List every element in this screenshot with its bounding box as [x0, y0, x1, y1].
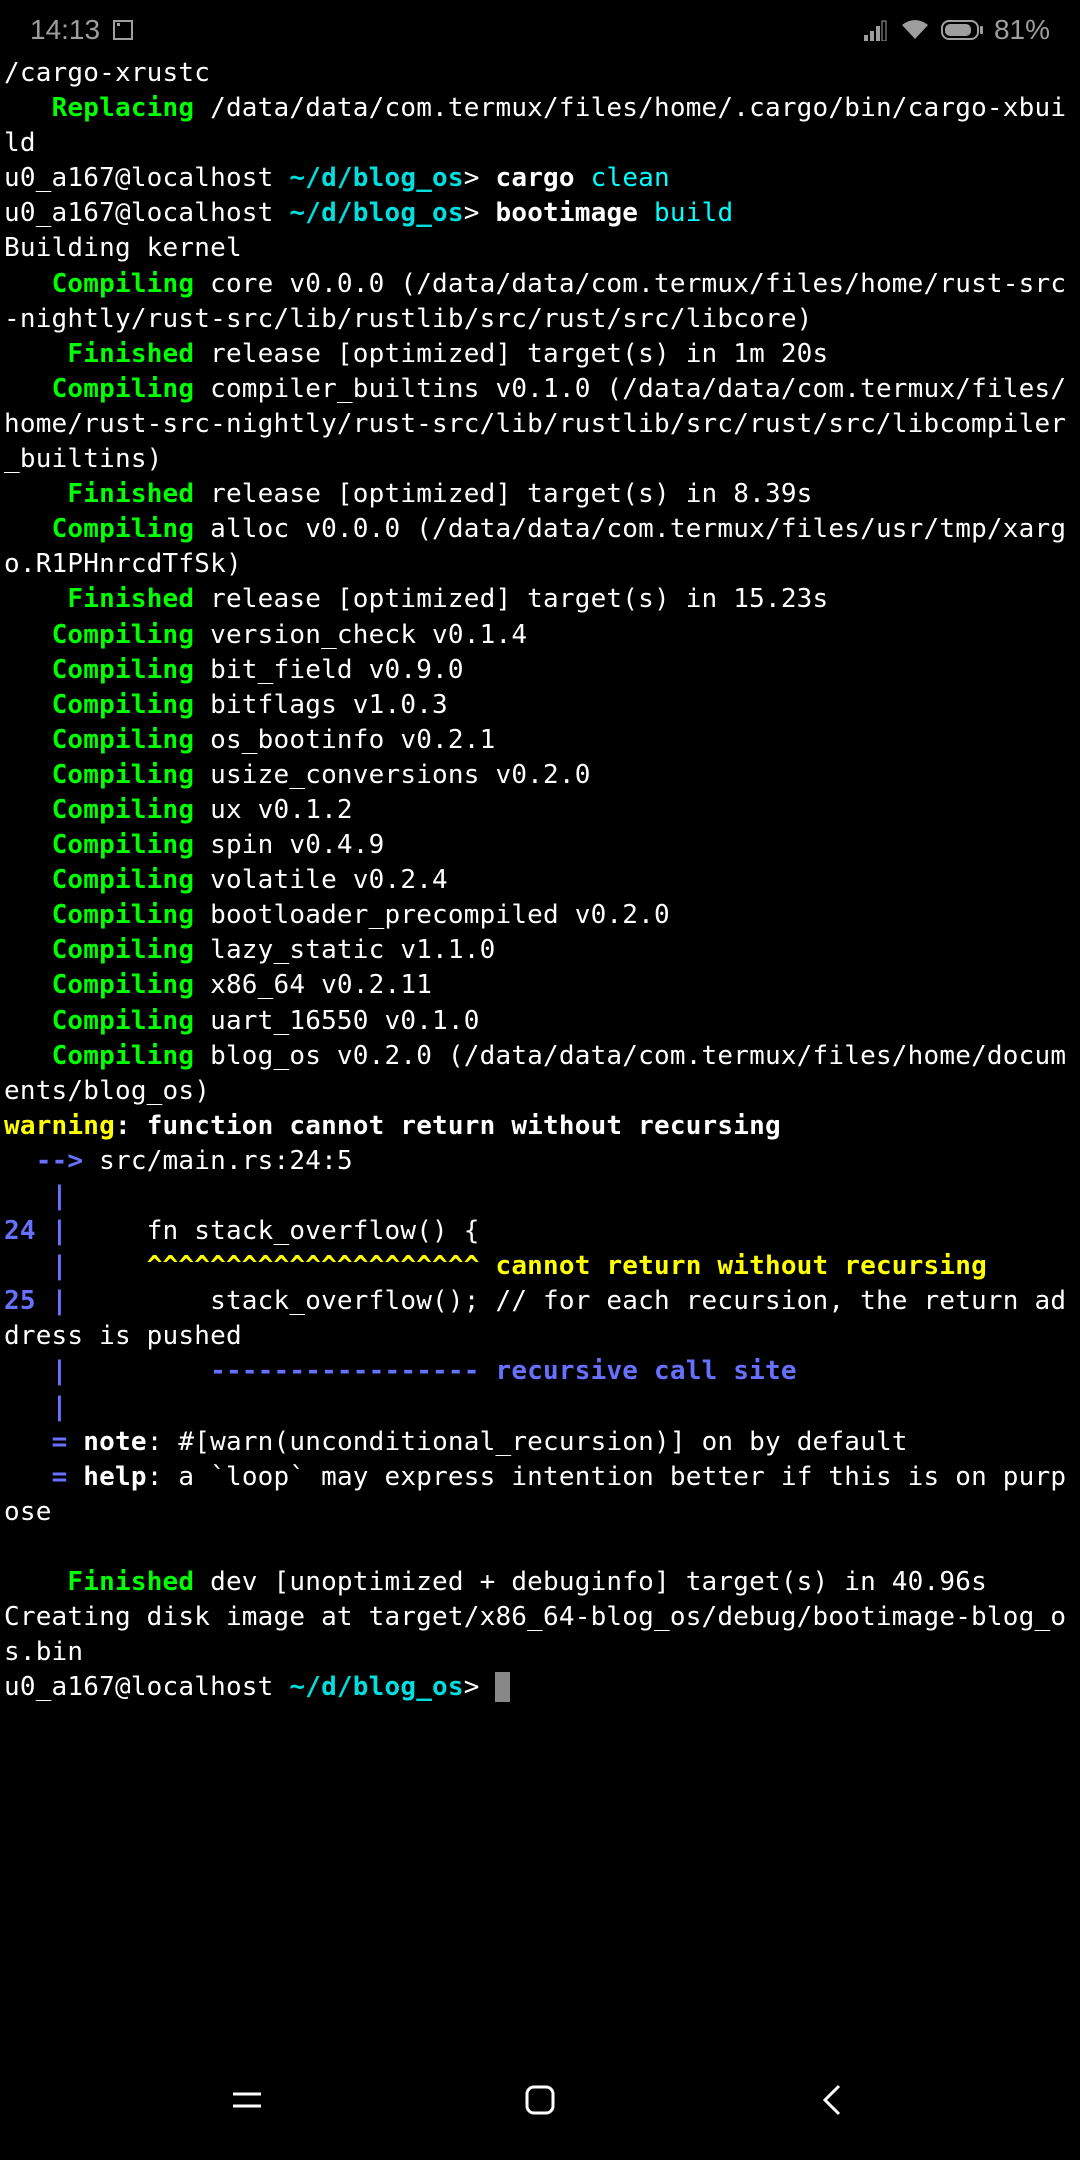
battery-icon [940, 19, 984, 41]
carets: ^^^^^^^^^^^^^^^^^^^^^ [147, 1251, 496, 1281]
compiling-label: Compiling [4, 1041, 194, 1071]
compiling-label: Compiling [4, 970, 194, 1000]
cmd-arg: clean [591, 163, 670, 193]
prompt-user: u0_a167@localhost [4, 163, 289, 193]
compiling-label: Compiling [4, 374, 194, 404]
text: volatile v0.2.4 [194, 865, 448, 895]
compiling-label: Compiling [4, 760, 194, 790]
text: spin v0.4.9 [194, 830, 384, 860]
line-num: 24 [4, 1216, 52, 1246]
text: release [optimized] target(s) in 15.23s [194, 584, 828, 614]
prompt-user: u0_a167@localhost [4, 1672, 289, 1702]
prompt-sep: > [464, 163, 496, 193]
compiling-label: Compiling [4, 830, 194, 860]
text: bit_field v0.9.0 [194, 655, 464, 685]
text: bitflags v1.0.3 [194, 690, 448, 720]
warning-keyword: warning [4, 1111, 115, 1141]
text: uart_16550 v0.1.0 [194, 1006, 479, 1036]
warn-arrow: --> [4, 1146, 99, 1176]
line-num: 25 [4, 1286, 52, 1316]
text: Creating disk image at target/x86_64-blo… [4, 1602, 1066, 1667]
cmd-arg: build [654, 198, 733, 228]
recent-apps-button[interactable] [227, 2080, 267, 2120]
gutter: | [4, 1356, 210, 1386]
compiling-label: Compiling [4, 935, 194, 965]
text: lazy_static v1.1.0 [194, 935, 495, 965]
prompt-path: ~/d/blog_os [289, 163, 463, 193]
code: fn stack_overflow() { [67, 1216, 479, 1246]
text: Building kernel [4, 233, 242, 263]
cmd: cargo [495, 163, 590, 193]
compiling-label: Compiling [4, 795, 194, 825]
warn-loc: src/main.rs:24:5 [99, 1146, 353, 1176]
text: /cargo-xrustc [4, 58, 210, 88]
eq-gutter: = [4, 1427, 83, 1457]
cell-signal-icon [864, 19, 890, 41]
finished-label: Finished [4, 339, 194, 369]
help-kw: help [83, 1462, 146, 1492]
compiling-label: Compiling [4, 865, 194, 895]
text: dev [unoptimized + debuginfo] target(s) … [194, 1567, 987, 1597]
cmd: bootimage [495, 198, 654, 228]
note-kw: note [83, 1427, 146, 1457]
text: usize_conversions v0.2.0 [194, 760, 590, 790]
dashes: ----------------- [210, 1356, 495, 1386]
text: bootloader_precompiled v0.2.0 [194, 900, 670, 930]
replacing-label: Replacing [4, 93, 194, 123]
wifi-icon [900, 19, 930, 41]
status-bar: 14:13 81% [0, 0, 1080, 56]
prompt-user: u0_a167@localhost [4, 198, 289, 228]
home-button[interactable] [520, 2080, 560, 2120]
back-button[interactable] [813, 2080, 853, 2120]
finished-label: Finished [4, 1567, 194, 1597]
text: ux v0.1.2 [194, 795, 353, 825]
compiling-label: Compiling [4, 514, 194, 544]
note-msg: : #[warn(unconditional_recursion)] on by… [147, 1427, 908, 1457]
prompt-sep: > [464, 198, 496, 228]
finished-label: Finished [4, 584, 194, 614]
text: release [optimized] target(s) in 1m 20s [194, 339, 828, 369]
nav-bar [0, 2040, 1080, 2160]
finished-label: Finished [4, 479, 194, 509]
caret-msg: cannot return without recursing [495, 1251, 986, 1281]
compiling-label: Compiling [4, 900, 194, 930]
compiling-label: Compiling [4, 725, 194, 755]
prompt-path: ~/d/blog_os [289, 198, 463, 228]
help-msg: : a `loop` may express intention better … [4, 1462, 1066, 1527]
prompt-path: ~/d/blog_os [289, 1672, 463, 1702]
gutter: | [4, 1181, 67, 1211]
gutter: | [4, 1251, 147, 1281]
pipe: | [52, 1216, 68, 1246]
pipe: | [52, 1286, 68, 1316]
text: os_bootinfo v0.2.1 [194, 725, 495, 755]
gutter: | [4, 1392, 67, 1422]
status-right: 81% [864, 11, 1050, 49]
time-label: 14:13 [30, 11, 100, 49]
cursor-block [495, 1672, 510, 1702]
text: version_check v0.1.4 [194, 620, 527, 650]
code: stack_overflow(); // for each recursion,… [4, 1286, 1066, 1351]
dash-msg: recursive call site [495, 1356, 796, 1386]
terminal[interactable]: /cargo-xrustc Replacing /data/data/com.t… [0, 56, 1080, 1705]
compiling-label: Compiling [4, 655, 194, 685]
rectangle-icon [112, 19, 134, 41]
text: release [optimized] target(s) in 8.39s [194, 479, 812, 509]
status-left: 14:13 [30, 11, 134, 49]
text: x86_64 v0.2.11 [194, 970, 432, 1000]
eq-gutter: = [4, 1462, 83, 1492]
compiling-label: Compiling [4, 620, 194, 650]
compiling-label: Compiling [4, 269, 194, 299]
compiling-label: Compiling [4, 1006, 194, 1036]
warning-msg: : function cannot return without recursi… [115, 1111, 781, 1141]
battery-pct: 81% [994, 11, 1050, 49]
compiling-label: Compiling [4, 690, 194, 720]
prompt-sep: > [464, 1672, 496, 1702]
